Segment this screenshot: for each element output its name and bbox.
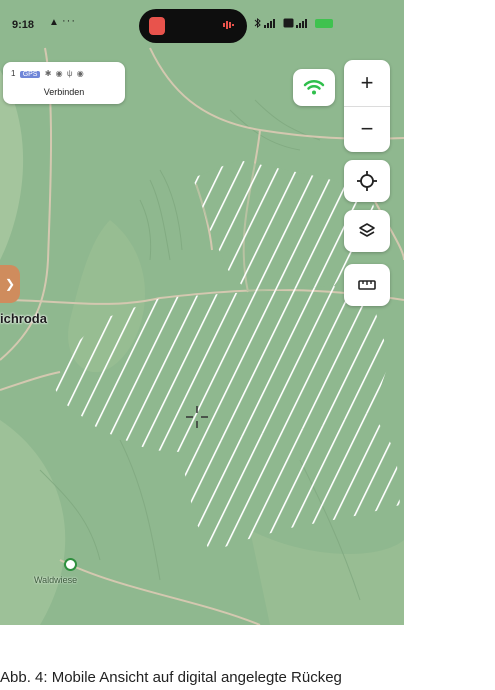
wifi-button[interactable] — [293, 69, 335, 106]
signal-icon — [263, 18, 275, 28]
zoom-controls: + − — [344, 60, 390, 152]
place-label: ichroda — [0, 311, 47, 326]
sim-icon — [283, 18, 294, 28]
crosshair-locate-icon — [357, 171, 377, 191]
ruler-icon — [358, 280, 376, 290]
connection-card[interactable]: 1 GPS ✱ ◉ ψ ◉ Verbinden — [3, 62, 125, 104]
dynamic-island — [139, 9, 247, 43]
place-marker-icon[interactable]: ❯ — [0, 265, 20, 303]
phone-screen: 9:18 ▲ ··· 1 GPS ✱ ◉ ψ ◉ Verbinden + − ❯… — [0, 0, 404, 625]
battery-icon — [315, 18, 334, 28]
measure-button[interactable] — [344, 264, 390, 306]
signal-icon — [296, 18, 308, 28]
connection-status-row: 1 GPS ✱ ◉ ψ ◉ — [11, 69, 85, 78]
status-dots: ··· — [62, 15, 76, 27]
status-time: 9:18 — [12, 19, 35, 31]
record-app-icon — [149, 17, 165, 35]
connection-count: 1 — [11, 69, 16, 78]
location-arrow-icon: ▲ — [49, 17, 59, 28]
layers-button[interactable] — [344, 210, 390, 252]
wifi-icon — [303, 80, 325, 95]
gps-badge: GPS — [19, 71, 41, 78]
layers-icon — [359, 223, 375, 237]
status-bar: 9:18 ▲ ··· — [0, 0, 404, 48]
zoom-out-button[interactable]: − — [344, 106, 390, 152]
locate-button[interactable] — [344, 160, 390, 202]
zoom-in-button[interactable]: + — [344, 60, 390, 106]
poi-label: Waldwiese — [34, 575, 78, 585]
poi-marker-icon[interactable] — [64, 558, 77, 571]
map-center-crosshair-icon — [186, 406, 208, 428]
figure-caption: Abb. 4: Mobile Ansicht auf digital angel… — [0, 669, 342, 686]
bluetooth-icon — [254, 18, 261, 29]
sensor-status-icons: ✱ ◉ ψ ◉ — [44, 69, 85, 78]
audio-wave-icon — [223, 21, 234, 29]
connect-label[interactable]: Verbinden — [3, 87, 125, 97]
status-indicators — [254, 18, 334, 29]
